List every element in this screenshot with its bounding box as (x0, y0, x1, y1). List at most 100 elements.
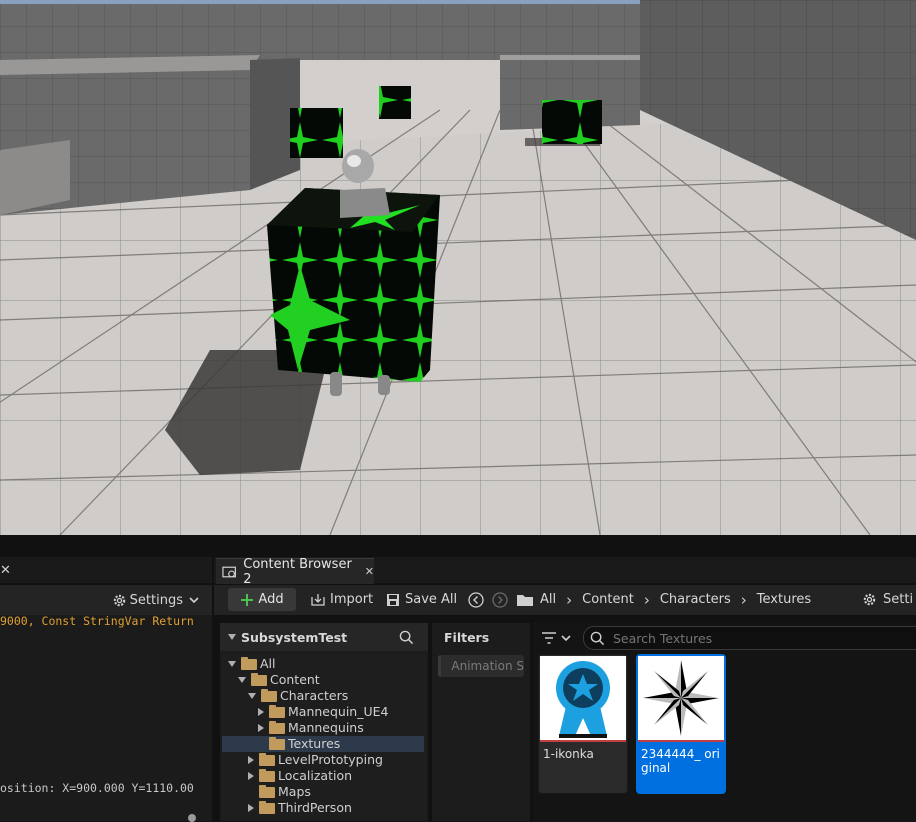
filters-header: Filters (444, 630, 490, 645)
tree-item-characters[interactable]: Characters (248, 688, 424, 704)
tree-item-thirdperson[interactable]: ThirdPerson (248, 800, 424, 816)
import-label: Import (330, 592, 374, 607)
folder-icon (517, 595, 533, 606)
expand-arrow-icon[interactable] (238, 677, 246, 683)
tree-item-all[interactable]: All (228, 656, 424, 672)
breadcrumb: All › Content › Characters › Textures (540, 588, 811, 611)
history-back-icon[interactable] (468, 592, 484, 608)
tree-item-localization[interactable]: Localization (248, 768, 424, 784)
cb-settings-button[interactable]: Setti (862, 588, 916, 611)
save-all-label: Save All (405, 592, 458, 607)
folder-icon (269, 736, 285, 750)
breadcrumb-item[interactable]: Content (582, 592, 634, 607)
search-box[interactable] (583, 626, 916, 650)
asset-view: 1-ikonka 2344444_ original (533, 623, 916, 821)
star-compass-icon (643, 660, 719, 736)
asset-tile-2344444-original[interactable]: 2344444_ original (636, 654, 726, 794)
tree-item-label: Textures (288, 736, 341, 751)
collapse-icon[interactable] (228, 634, 236, 640)
expand-arrow-icon[interactable] (248, 772, 254, 780)
folder-open-icon (261, 688, 277, 702)
folder-open-icon (241, 656, 257, 670)
expand-arrow-icon[interactable] (248, 756, 254, 764)
add-label: Add (258, 592, 284, 607)
left-tab-bar: ✕ (0, 557, 212, 583)
settings-label: Settings (129, 592, 183, 608)
tree-header[interactable]: SubsystemTest (220, 623, 428, 651)
tree-item-label: Mannequins (288, 720, 364, 735)
filter-icon (542, 632, 556, 644)
search-input[interactable] (611, 629, 905, 647)
chevron-down-icon (189, 597, 199, 604)
tab-content-browser-2[interactable]: Content Browser 2 ✕ (216, 556, 374, 587)
folder-icon (259, 800, 275, 814)
save-all-button[interactable]: Save All (386, 588, 457, 611)
content-browser-icon (222, 566, 236, 577)
plus-icon (241, 593, 254, 606)
gear-icon (113, 594, 125, 606)
folder-icon (259, 752, 275, 766)
breadcrumb-item[interactable]: Characters (660, 592, 731, 607)
content-browser-toolbar: Add Import Save All All › Content › Char… (214, 585, 916, 615)
left-toolbar: Settings (0, 585, 212, 615)
viewport-scene (0, 0, 916, 535)
search-icon (590, 631, 605, 645)
output-log: 9000, Const StringVar Return osition: X=… (0, 614, 212, 822)
chevron-down-icon (561, 635, 571, 642)
close-tab-icon[interactable]: ✕ (365, 565, 374, 578)
tree-item-label: LevelPrototyping (278, 752, 383, 767)
expand-arrow-icon[interactable] (248, 804, 254, 812)
chevron-right-icon[interactable]: › (644, 591, 650, 609)
history-forward-icon[interactable] (492, 592, 508, 608)
tree-item-label: Mannequin_UE4 (288, 704, 389, 719)
filter-chip[interactable]: Animation S (438, 655, 524, 677)
close-tab-icon[interactable]: ✕ (0, 563, 11, 578)
chevron-right-icon[interactable]: › (741, 591, 747, 609)
tree-item-label: All (260, 656, 276, 671)
expand-arrow-icon[interactable] (258, 724, 264, 732)
folder-open-icon (251, 672, 267, 686)
tree-item-label: ThirdPerson (278, 800, 352, 815)
tree-item-label: Content (270, 672, 320, 687)
asset-tile-1-ikonka[interactable]: 1-ikonka (538, 654, 628, 794)
folder-icon (259, 768, 275, 782)
gear-icon (863, 593, 876, 606)
expand-arrow-icon[interactable] (258, 708, 264, 716)
log-line: 9000, Const StringVar Return (0, 614, 194, 628)
tab-title: Content Browser 2 (243, 556, 352, 587)
tree-header-label: SubsystemTest (241, 629, 348, 645)
tree-item-mannequins[interactable]: Mannequins (258, 720, 424, 736)
search-icon[interactable] (399, 630, 414, 645)
breadcrumb-item[interactable]: Textures (757, 592, 811, 607)
filter-dropdown-button[interactable] (541, 628, 572, 648)
import-button[interactable]: Import (310, 588, 373, 611)
source-tree: SubsystemTest All Content Characters Man… (220, 623, 428, 821)
tree-item-content[interactable]: Content (238, 672, 424, 688)
filter-chip-label: Animation S (451, 659, 524, 673)
tree-item-label: Characters (280, 688, 349, 703)
add-button[interactable]: Add (228, 588, 296, 611)
asset-name: 2344444_ original (641, 747, 720, 775)
asset-name: 1-ikonka (543, 747, 594, 761)
left-settings-button[interactable]: Settings (112, 593, 200, 608)
expand-arrow-icon[interactable] (228, 661, 236, 667)
settings-label: Setti (883, 592, 914, 607)
tree-item-mannequin-ue4[interactable]: Mannequin_UE4 (258, 704, 424, 720)
folder-icon (259, 784, 275, 798)
save-icon (387, 593, 399, 606)
folder-icon (269, 704, 285, 718)
chevron-right-icon[interactable]: › (566, 591, 572, 609)
folder-icon (269, 720, 285, 734)
asset-thumbnail (540, 656, 626, 742)
tree-item-textures[interactable]: Textures (222, 736, 424, 752)
asset-thumbnail (638, 656, 724, 742)
log-line: osition: X=900.000 Y=1110.00 (0, 781, 194, 795)
tree-item-maps[interactable]: Maps (259, 784, 424, 800)
award-ribbon-icon (556, 661, 610, 738)
tree-item-label: Maps (278, 784, 311, 799)
tree-item-levelprototyping[interactable]: LevelPrototyping (248, 752, 424, 768)
tree-list: All Content Characters Mannequin_UE4 Man… (222, 655, 426, 821)
breadcrumb-item[interactable]: All (540, 592, 556, 607)
level-viewport[interactable] (0, 0, 916, 535)
expand-arrow-icon[interactable] (248, 693, 256, 699)
